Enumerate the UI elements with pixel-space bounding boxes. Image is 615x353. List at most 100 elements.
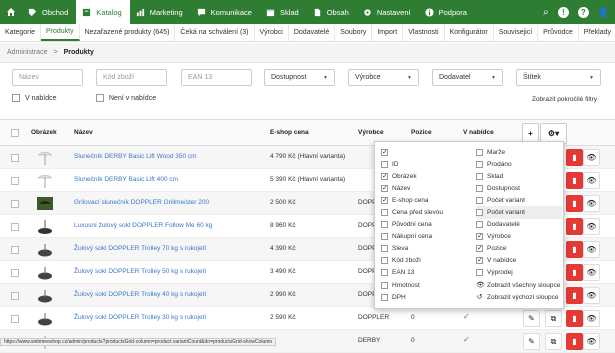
- column-checkbox[interactable]: [476, 196, 483, 204]
- row-checkbox[interactable]: [11, 154, 19, 162]
- checkbox-box[interactable]: [12, 94, 20, 102]
- delete-button[interactable]: ▮: [566, 195, 583, 212]
- preview-button[interactable]: 👁: [583, 172, 600, 189]
- tab-konfigurator[interactable]: Konfigurátor: [445, 24, 494, 41]
- column-option[interactable]: [381, 146, 476, 158]
- delete-button[interactable]: ▮: [566, 310, 583, 327]
- column-option[interactable]: Sklad: [476, 170, 562, 182]
- column-checkbox[interactable]: [476, 232, 483, 241]
- tab-dodavatele[interactable]: Dodavatelé: [289, 24, 336, 41]
- preview-button[interactable]: 👁: [583, 333, 600, 350]
- nav-komunikace[interactable]: Komunikace: [191, 0, 260, 24]
- help-icon[interactable]: ?: [577, 6, 589, 18]
- preview-button[interactable]: 👁: [583, 287, 600, 304]
- parasol-thumbnail[interactable]: [36, 149, 54, 166]
- base-thumbnail[interactable]: [36, 264, 54, 281]
- col-header-name[interactable]: Název: [74, 129, 93, 136]
- checkbox-box[interactable]: [96, 94, 104, 102]
- column-option[interactable]: ID: [381, 158, 476, 170]
- tab-vlastnosti[interactable]: Vlastnosti: [403, 24, 445, 41]
- col-header-manufacturer[interactable]: Výrobce: [358, 129, 384, 136]
- column-option[interactable]: Kód zboží: [381, 255, 476, 267]
- column-option[interactable]: Výrobce: [476, 231, 562, 243]
- delete-button[interactable]: ▮: [566, 241, 583, 258]
- availability-select[interactable]: Dostupnost ▼: [264, 69, 335, 86]
- column-checkbox[interactable]: [476, 256, 483, 265]
- column-checkbox[interactable]: [476, 209, 483, 217]
- nav-podpora[interactable]: Podpora: [419, 0, 475, 24]
- row-checkbox[interactable]: [11, 223, 19, 231]
- manufacturer-select[interactable]: Výrobce ▼: [348, 69, 419, 86]
- parasol-thumbnail[interactable]: [36, 172, 54, 189]
- delete-button[interactable]: ▮: [566, 172, 583, 189]
- tab-pruvodce[interactable]: Průvodce: [538, 24, 579, 41]
- product-name-link[interactable]: Žulový sokl DOPPLER Trolley 70 kg s ruko…: [74, 245, 206, 252]
- base-thumbnail[interactable]: [36, 218, 54, 235]
- breadcrumb-root[interactable]: Administrace: [7, 49, 47, 56]
- tab-souvisejici[interactable]: Souvisejicí: [494, 24, 539, 41]
- nav-sklad[interactable]: Sklad: [260, 0, 307, 24]
- preview-button[interactable]: 👁: [583, 149, 600, 166]
- row-checkbox[interactable]: [11, 200, 19, 208]
- row-checkbox[interactable]: [11, 177, 19, 185]
- product-name-link[interactable]: Žulový sokl DOPPLER Trolley 30 kg s ruko…: [74, 314, 206, 321]
- column-checkbox[interactable]: [476, 184, 483, 192]
- column-option[interactable]: Název: [381, 182, 476, 194]
- row-checkbox[interactable]: [11, 246, 19, 254]
- tab-import[interactable]: Import: [372, 24, 404, 41]
- in-offer-check-icon[interactable]: ✓: [463, 312, 470, 321]
- tab-ceka-na-schvaleni[interactable]: Čeká na schválení (3): [175, 24, 255, 41]
- not-in-offer-checkbox[interactable]: Není v nabídce: [96, 94, 156, 102]
- column-option-hovered[interactable]: Počet variant: [476, 206, 562, 219]
- advanced-filters-link[interactable]: Zobrazit pokročilé filtry: [532, 96, 597, 103]
- search-icon[interactable]: ⌕: [543, 7, 549, 18]
- column-option[interactable]: Hmotnost: [381, 279, 476, 291]
- tab-vyrobci[interactable]: Výrobci: [255, 24, 289, 41]
- row-checkbox[interactable]: [11, 315, 19, 323]
- product-name-link[interactable]: Slunečník DERBY Basic Lift Wood 350 cm: [74, 153, 197, 160]
- column-option[interactable]: Obrázek: [381, 170, 476, 182]
- column-option[interactable]: Dodavatelé: [476, 219, 562, 231]
- product-name-link[interactable]: Žulový sokl DOPPLER Trolley 50 kg s ruko…: [74, 268, 206, 275]
- nav-katalog[interactable]: Katalog: [76, 0, 130, 24]
- grill-parasol-thumbnail[interactable]: [36, 195, 54, 212]
- edit-button[interactable]: ✎: [523, 310, 540, 327]
- in-offer-checkbox[interactable]: V nabídce: [12, 94, 57, 102]
- show-all-columns[interactable]: 👁 Zobrazit všechny sloupce: [476, 279, 562, 291]
- column-option[interactable]: DPH: [381, 291, 476, 303]
- tab-produkty[interactable]: Produkty: [40, 24, 80, 41]
- preview-button[interactable]: 👁: [583, 195, 600, 212]
- column-option[interactable]: Prodáno: [476, 158, 562, 170]
- tab-preklady[interactable]: Překlady: [579, 24, 615, 41]
- column-option[interactable]: Marže: [476, 146, 562, 158]
- column-option[interactable]: Původní cena: [381, 219, 476, 231]
- in-offer-check-icon[interactable]: ✓: [463, 335, 470, 344]
- column-checkbox[interactable]: [381, 293, 388, 301]
- column-option[interactable]: Dostupnost: [476, 182, 562, 194]
- delete-button[interactable]: ▮: [566, 149, 583, 166]
- row-checkbox[interactable]: [11, 292, 19, 300]
- col-header-price[interactable]: E-shop cena: [270, 129, 309, 136]
- product-name-link[interactable]: Luxusní žulový sokl DOPPLER Follow Me 60…: [74, 222, 212, 229]
- code-filter-input[interactable]: Kód zboží: [96, 69, 167, 86]
- column-checkbox[interactable]: [381, 209, 388, 217]
- column-option[interactable]: Pozice: [476, 243, 562, 255]
- column-checkbox[interactable]: [381, 196, 388, 204]
- column-option[interactable]: Výprodej: [476, 267, 562, 279]
- select-all-checkbox[interactable]: [11, 129, 19, 137]
- preview-button[interactable]: 👁: [583, 241, 600, 258]
- product-name-link[interactable]: Grilovací slunečník DOPPLER Grillmeister…: [74, 199, 209, 206]
- column-checkbox[interactable]: [381, 269, 388, 277]
- column-checkbox[interactable]: [476, 172, 483, 180]
- column-checkbox[interactable]: [476, 160, 483, 168]
- column-checkbox[interactable]: [476, 148, 483, 156]
- nav-marketing[interactable]: Marketing: [130, 0, 191, 24]
- preview-button[interactable]: 👁: [583, 218, 600, 235]
- col-header-in-offer[interactable]: V nabídce: [463, 129, 494, 136]
- base-thumbnail[interactable]: [36, 241, 54, 258]
- product-name-link[interactable]: Žulový sokl DOPPLER Trolley 40 kg s ruko…: [74, 291, 206, 298]
- column-checkbox[interactable]: [381, 172, 388, 180]
- tab-nezarazene[interactable]: Nezařazené produkty (645): [80, 24, 176, 41]
- preview-button[interactable]: 👁: [583, 310, 600, 327]
- column-checkbox[interactable]: [476, 269, 483, 277]
